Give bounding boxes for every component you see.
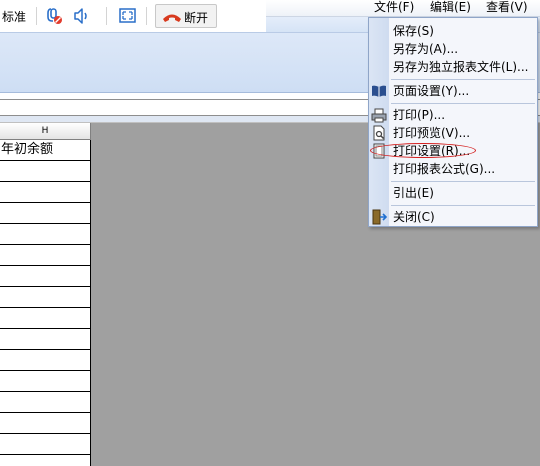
print-setup-icon [371, 143, 387, 159]
cell-opening-balance[interactable]: 年初余额 [0, 140, 90, 161]
menu-file[interactable]: 文件(F) [374, 0, 414, 15]
table-cell[interactable] [0, 413, 90, 434]
menu-item-save-as[interactable]: 另存为(A)... [369, 40, 537, 58]
menu-item-label: 保存(S) [393, 24, 434, 38]
table-cell[interactable] [0, 245, 90, 266]
exit-door-icon [371, 209, 388, 225]
table-cell[interactable] [0, 350, 90, 371]
table-cell[interactable] [0, 266, 90, 287]
menu-view[interactable]: 查看(V) [486, 0, 528, 15]
table-cell[interactable] [0, 392, 90, 413]
menu-item-print-setup[interactable]: 打印设置(R)... [369, 142, 537, 160]
menu-item-close[interactable]: 关闭(C) [369, 208, 537, 226]
printer-icon [371, 107, 387, 123]
menu-item-page-setup[interactable]: 页面设置(Y)... [369, 82, 537, 100]
menu-item-label: 打印预览(V)... [393, 126, 471, 140]
table-cell[interactable] [0, 224, 90, 245]
menu-item-label: 另存为(A)... [393, 42, 459, 56]
toolbar-separator [146, 7, 147, 25]
menu-item-label: 引出(E) [393, 186, 434, 200]
menu-item-label: 页面设置(Y)... [393, 84, 470, 98]
menu-separator [391, 181, 535, 182]
remote-call-toolbar: 标准 断开 [0, 0, 266, 32]
microphone-muted-icon[interactable] [44, 6, 64, 26]
quality-label[interactable]: 标准 [2, 8, 26, 25]
menu-item-label: 打印(P)... [393, 108, 446, 122]
table-cell[interactable] [0, 182, 90, 203]
table-cell[interactable] [0, 371, 90, 392]
menu-item-save[interactable]: 保存(S) [369, 22, 537, 40]
table-cell[interactable] [0, 308, 90, 329]
hangup-label: 断开 [184, 11, 209, 25]
menu-item-export[interactable]: 引出(E) [369, 184, 537, 202]
open-book-icon [371, 83, 387, 99]
table-cell[interactable] [0, 434, 90, 455]
menu-item-save-as-standalone[interactable]: 另存为独立报表文件(L)... [369, 58, 537, 76]
table-cell[interactable] [0, 287, 90, 308]
menu-item-print-formula[interactable]: 打印报表公式(G)... [369, 160, 537, 178]
toolbar-separator [106, 7, 107, 25]
menu-item-print-preview[interactable]: 打印预览(V)... [369, 124, 537, 142]
menu-item-label: 打印报表公式(G)... [393, 162, 496, 176]
speaker-icon[interactable] [72, 6, 92, 26]
toolbar-separator [36, 7, 37, 25]
table-cell[interactable] [0, 161, 90, 182]
menu-separator [391, 205, 535, 206]
table-cell[interactable] [0, 329, 90, 350]
menu-edit[interactable]: 编辑(E) [430, 0, 471, 15]
print-preview-icon [371, 125, 387, 141]
table-cell[interactable] [0, 203, 90, 224]
menu-separator [391, 103, 535, 104]
menu-item-print[interactable]: 打印(P)... [369, 106, 537, 124]
phone-hangup-icon [163, 14, 181, 22]
menu-item-label: 打印设置(R)... [393, 144, 471, 158]
menu-item-label: 另存为独立报表文件(L)... [393, 60, 529, 74]
menu-item-label: 关闭(C) [393, 210, 435, 224]
file-menu-dropdown: 保存(S) 另存为(A)... 另存为独立报表文件(L)... 页面设置(Y).… [368, 17, 538, 227]
column-header-h[interactable]: H [0, 123, 91, 140]
fullscreen-icon[interactable] [118, 6, 138, 26]
hangup-button[interactable]: 断开 [155, 4, 217, 28]
menu-separator [391, 79, 535, 80]
column-h-cells: 年初余额 [0, 140, 91, 466]
